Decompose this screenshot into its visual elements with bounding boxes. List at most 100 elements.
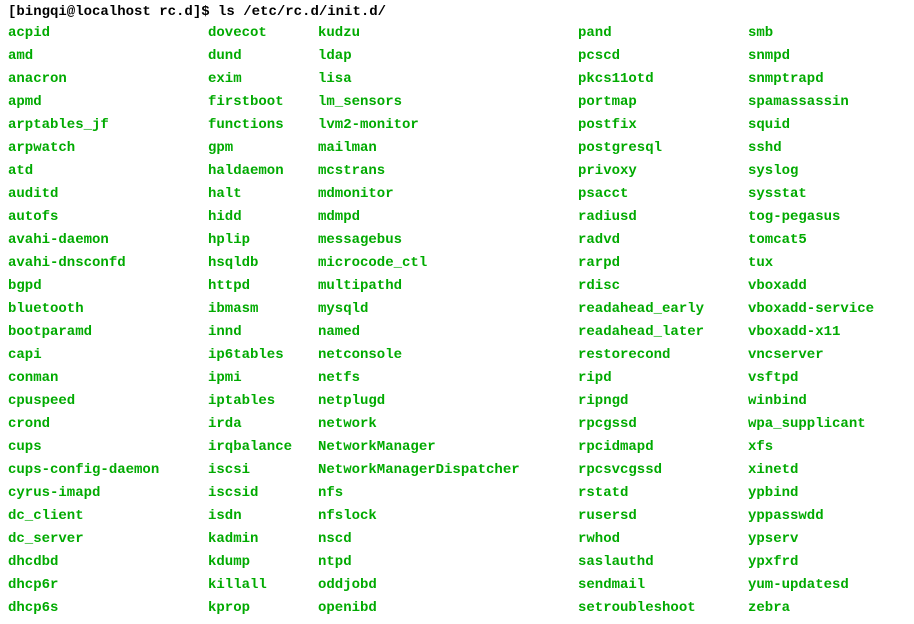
file-entry: postgresql <box>578 137 748 160</box>
file-entry: dovecot <box>208 22 318 45</box>
file-entry: pcscd <box>578 45 748 68</box>
file-entry: ibmasm <box>208 298 318 321</box>
file-entry: yppasswdd <box>748 505 874 528</box>
file-entry: syslog <box>748 160 874 183</box>
file-entry: rdisc <box>578 275 748 298</box>
file-entry: arptables_jf <box>8 114 208 137</box>
file-entry: mcstrans <box>318 160 578 183</box>
file-entry: iscsi <box>208 459 318 482</box>
file-entry: ypbind <box>748 482 874 505</box>
file-entry: gpm <box>208 137 318 160</box>
file-entry: mdmpd <box>318 206 578 229</box>
file-entry: mysqld <box>318 298 578 321</box>
file-entry: kprop <box>208 597 318 620</box>
file-entry: dund <box>208 45 318 68</box>
file-entry: vsftpd <box>748 367 874 390</box>
file-entry: netplugd <box>318 390 578 413</box>
file-entry: halt <box>208 183 318 206</box>
file-entry: radvd <box>578 229 748 252</box>
file-entry: sshd <box>748 137 874 160</box>
file-entry: dhcp6s <box>8 597 208 620</box>
file-entry: winbind <box>748 390 874 413</box>
file-entry: xinetd <box>748 459 874 482</box>
file-entry: saslauthd <box>578 551 748 574</box>
file-entry: ypxfrd <box>748 551 874 574</box>
file-entry: nfs <box>318 482 578 505</box>
file-entry: ripd <box>578 367 748 390</box>
listing-column-4: pandpcscdpkcs11otdportmappostfixpostgres… <box>578 22 748 620</box>
file-entry: bluetooth <box>8 298 208 321</box>
shell-prompt: [bingqi@localhost rc.d]$ ls /etc/rc.d/in… <box>8 4 906 20</box>
file-entry: dhcdbd <box>8 551 208 574</box>
file-entry: haldaemon <box>208 160 318 183</box>
listing-column-1: acpidamdanacronapmdarptables_jfarpwatcha… <box>8 22 208 620</box>
file-entry: mailman <box>318 137 578 160</box>
file-entry: readahead_later <box>578 321 748 344</box>
file-entry: bootparamd <box>8 321 208 344</box>
file-entry: isdn <box>208 505 318 528</box>
file-entry: dc_client <box>8 505 208 528</box>
file-entry: lm_sensors <box>318 91 578 114</box>
file-entry: setroubleshoot <box>578 597 748 620</box>
file-entry: apmd <box>8 91 208 114</box>
file-entry: netconsole <box>318 344 578 367</box>
file-entry: conman <box>8 367 208 390</box>
file-entry: kudzu <box>318 22 578 45</box>
file-entry: cpuspeed <box>8 390 208 413</box>
file-entry: crond <box>8 413 208 436</box>
file-entry: arpwatch <box>8 137 208 160</box>
file-entry: rpcidmapd <box>578 436 748 459</box>
file-entry: sysstat <box>748 183 874 206</box>
file-entry: capi <box>8 344 208 367</box>
file-entry: kadmin <box>208 528 318 551</box>
file-entry: cups <box>8 436 208 459</box>
file-entry: pkcs11otd <box>578 68 748 91</box>
file-entry: lisa <box>318 68 578 91</box>
file-entry: snmpd <box>748 45 874 68</box>
file-entry: ip6tables <box>208 344 318 367</box>
file-entry: zebra <box>748 597 874 620</box>
file-entry: rusersd <box>578 505 748 528</box>
file-entry: irda <box>208 413 318 436</box>
file-entry: nfslock <box>318 505 578 528</box>
file-entry: named <box>318 321 578 344</box>
file-entry: rpcsvcgssd <box>578 459 748 482</box>
file-entry: killall <box>208 574 318 597</box>
file-entry: dhcp6r <box>8 574 208 597</box>
file-entry: ntpd <box>318 551 578 574</box>
file-entry: firstboot <box>208 91 318 114</box>
file-entry: innd <box>208 321 318 344</box>
file-entry: tux <box>748 252 874 275</box>
file-entry: vboxadd-x11 <box>748 321 874 344</box>
file-entry: hsqldb <box>208 252 318 275</box>
file-entry: multipathd <box>318 275 578 298</box>
file-entry: rwhod <box>578 528 748 551</box>
file-entry: cups-config-daemon <box>8 459 208 482</box>
file-entry: avahi-daemon <box>8 229 208 252</box>
file-entry: wpa_supplicant <box>748 413 874 436</box>
file-entry: mdmonitor <box>318 183 578 206</box>
file-entry: anacron <box>8 68 208 91</box>
file-entry: portmap <box>578 91 748 114</box>
file-entry: auditd <box>8 183 208 206</box>
file-entry: iptables <box>208 390 318 413</box>
file-entry: dc_server <box>8 528 208 551</box>
file-entry: netfs <box>318 367 578 390</box>
file-entry: spamassassin <box>748 91 874 114</box>
file-entry: hidd <box>208 206 318 229</box>
file-entry: ypserv <box>748 528 874 551</box>
file-entry: messagebus <box>318 229 578 252</box>
file-entry: atd <box>8 160 208 183</box>
file-entry: NetworkManagerDispatcher <box>318 459 578 482</box>
file-entry: radiusd <box>578 206 748 229</box>
file-listing: acpidamdanacronapmdarptables_jfarpwatcha… <box>8 22 906 620</box>
file-entry: ldap <box>318 45 578 68</box>
listing-column-2: dovecotdundeximfirstbootfunctionsgpmhald… <box>208 22 318 620</box>
file-entry: rpcgssd <box>578 413 748 436</box>
file-entry: amd <box>8 45 208 68</box>
file-entry: oddjobd <box>318 574 578 597</box>
file-entry: rstatd <box>578 482 748 505</box>
file-entry: tomcat5 <box>748 229 874 252</box>
file-entry: irqbalance <box>208 436 318 459</box>
listing-column-3: kudzuldaplisalm_sensorslvm2-monitormailm… <box>318 22 578 620</box>
